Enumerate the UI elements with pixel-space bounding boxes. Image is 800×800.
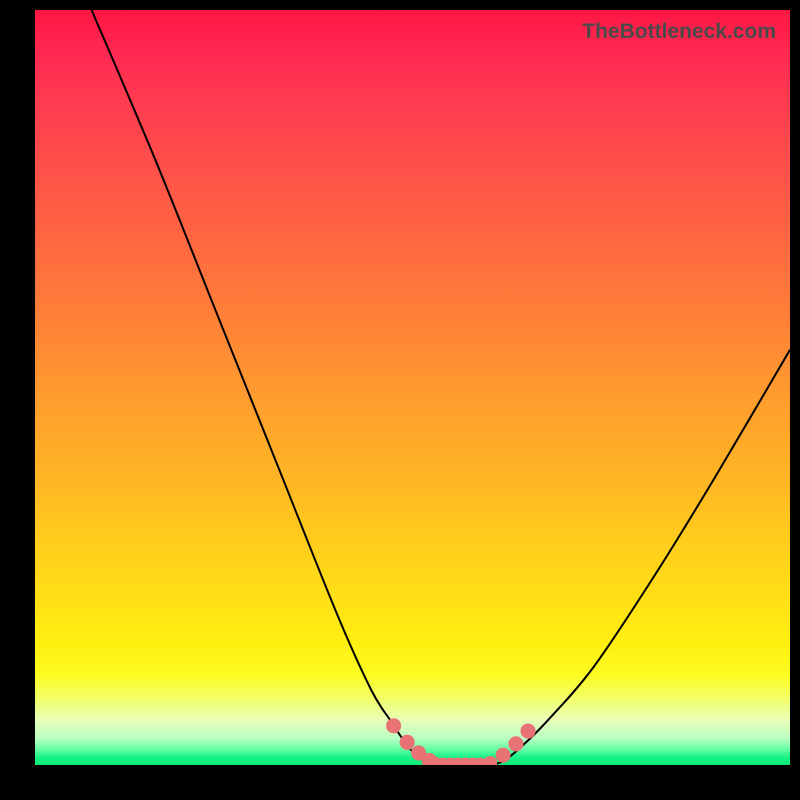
bead-point <box>483 756 497 765</box>
bead-group <box>386 718 535 765</box>
bead-point <box>386 718 401 733</box>
chart-svg <box>35 10 790 765</box>
bead-point <box>400 735 415 750</box>
bead-point <box>496 748 511 763</box>
curve-left <box>92 10 436 765</box>
chart-frame: TheBottleneck.com <box>0 0 800 800</box>
curve-right <box>488 350 790 765</box>
bead-point <box>508 736 523 751</box>
bead-point <box>520 723 535 738</box>
plot-area: TheBottleneck.com <box>35 10 790 765</box>
